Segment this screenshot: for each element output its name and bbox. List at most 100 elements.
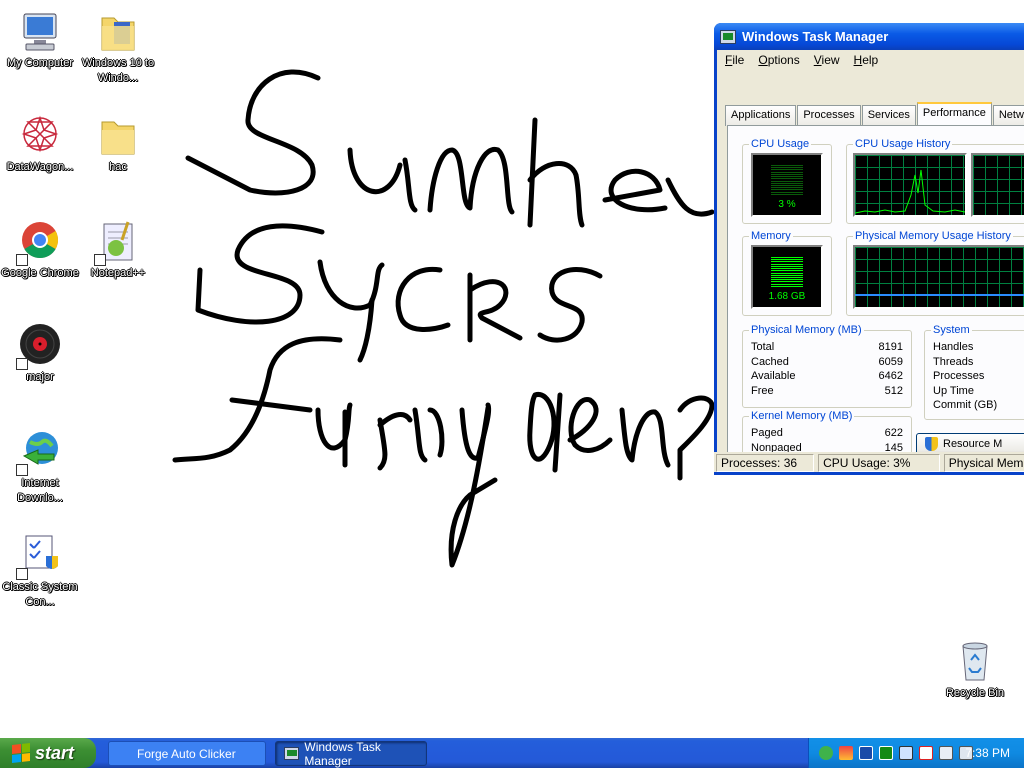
meter-segment — [771, 272, 803, 274]
stat-label: Cached — [751, 355, 789, 368]
stat-label: Total — [751, 341, 775, 353]
connection-icon[interactable] — [939, 746, 953, 760]
stat-row: Free 512 — [743, 384, 911, 399]
meter-segment — [771, 265, 803, 267]
notepad-icon — [94, 218, 142, 266]
cpu-usage-value: 3 % — [778, 199, 796, 210]
memory-title: Memory — [749, 230, 793, 242]
control-panel-icon — [16, 532, 64, 580]
meter-segment — [771, 178, 803, 180]
cpu-meter-bars — [771, 165, 803, 195]
stat-label: Processes — [933, 370, 985, 382]
meter-segment — [771, 171, 803, 173]
network-globe-icon[interactable] — [819, 746, 833, 760]
stat-row: Paged 622 — [743, 426, 911, 441]
stat-row: Threads — [925, 355, 1024, 370]
status-cpu-usage: CPU Usage: 3% — [818, 454, 940, 472]
menu-options[interactable]: Options — [758, 53, 799, 67]
taskbar-button-task-manager[interactable]: Windows Task Manager — [275, 740, 427, 768]
cpu-history-graph-core1 — [853, 153, 967, 217]
stat-label: Available — [751, 370, 796, 382]
stat-label: Up Time — [933, 384, 974, 397]
meter-segment — [771, 268, 803, 270]
physical-memory-title: Physical Memory (MB) — [749, 324, 864, 336]
major-shortcut[interactable]: major — [0, 322, 80, 385]
folder-icon — [94, 8, 142, 56]
status-physical-memory: Physical Mem — [943, 454, 1024, 472]
tab-processes[interactable]: Processes — [797, 105, 861, 126]
icon-label: Recycle Bin — [945, 687, 1005, 699]
meter-segment — [771, 283, 803, 285]
shortcut-arrow-icon — [16, 568, 28, 580]
meter-segment — [771, 261, 803, 263]
hac-folder[interactable]: hac — [78, 112, 158, 175]
meter-segment — [771, 184, 803, 186]
stat-row: Up Time — [925, 384, 1024, 399]
stat-row: Available 6462 — [743, 369, 911, 384]
title-bar[interactable]: Windows Task Manager — [714, 23, 1024, 50]
icon-label: hac — [109, 161, 127, 173]
cpu-usage-title: CPU Usage — [749, 138, 812, 150]
meter-segment — [771, 169, 803, 171]
cpu-history-title: CPU Usage History — [853, 138, 953, 150]
globe-download-icon — [16, 428, 64, 476]
system-group: System Handles Threads Processes Up Time… — [924, 324, 1024, 420]
taskbar-button-label: Forge Auto Clicker — [137, 746, 236, 761]
meter-segment — [771, 257, 803, 258]
icon-label: DataWagon... — [6, 161, 74, 173]
datawagon-icon — [16, 112, 64, 160]
meter-segment — [771, 180, 803, 182]
shortcut-arrow-icon — [94, 254, 106, 266]
classic-system-control-shortcut[interactable]: Classic System Con... — [0, 532, 80, 610]
stat-label: Commit (GB) — [933, 399, 998, 411]
taskbar: start Forge Auto Clicker Windows Task Ma… — [0, 738, 1024, 768]
clock[interactable]: 7:38 PM — [965, 746, 1010, 760]
task-manager-icon — [284, 747, 300, 760]
notepad-plus-plus-shortcut[interactable]: Notepad++ — [78, 218, 158, 281]
meter-segment — [771, 259, 803, 261]
meter-segment — [771, 193, 803, 195]
my-computer-shortcut[interactable]: My Computer — [0, 8, 80, 71]
stat-value: 512 — [884, 384, 903, 397]
resource-monitor-label: Resource M — [943, 438, 1003, 450]
tab-applications[interactable]: Applications — [725, 105, 797, 126]
task-manager-tray-icon[interactable] — [879, 746, 893, 760]
cpu-usage-meter: 3 % — [751, 153, 823, 217]
flag-icon[interactable] — [839, 746, 853, 760]
icon-label: Google Chrome — [1, 267, 79, 279]
display-icon[interactable] — [859, 746, 873, 760]
cpu-history-group: CPU Usage History — [846, 138, 1024, 224]
system-title: System — [931, 324, 972, 336]
menu-view[interactable]: View — [814, 53, 840, 67]
stat-row: Total 8191 — [743, 340, 911, 355]
meter-segment — [771, 285, 803, 287]
security-alert-icon[interactable] — [919, 746, 933, 760]
windows10-folder-shortcut[interactable]: Windows 10 to Windo... — [78, 8, 158, 86]
stat-value: 8191 — [878, 341, 903, 353]
meter-segment — [771, 189, 803, 191]
start-button[interactable]: start — [0, 738, 96, 768]
tab-services[interactable]: Services — [861, 105, 916, 126]
status-bar: Processes: 36 CPU Usage: 3% Physical Mem — [714, 452, 1024, 472]
icon-label: major — [26, 371, 54, 383]
internet-download-manager-shortcut[interactable]: Internet Downlo... — [0, 428, 80, 506]
meter-segment — [771, 263, 803, 265]
tab-networking[interactable]: Networking — [992, 105, 1024, 126]
task-manager-window: Windows Task Manager File Options View H… — [714, 23, 1024, 475]
system-tray: 7:38 PM — [808, 738, 1024, 768]
recycle-bin[interactable]: Recycle Bin — [935, 638, 1015, 701]
meter-segment — [771, 270, 803, 272]
device-icon[interactable] — [899, 746, 913, 760]
stat-row: Cached 6059 — [743, 355, 911, 370]
stat-label: Threads — [933, 355, 974, 368]
icon-label: Windows 10 to Windo... — [81, 57, 155, 84]
taskbar-button-forge-auto-clicker[interactable]: Forge Auto Clicker — [108, 741, 266, 766]
menu-help[interactable]: Help — [854, 53, 879, 67]
menu-file[interactable]: File — [725, 53, 744, 67]
datawagon-shortcut[interactable]: DataWagon... — [0, 112, 80, 175]
tab-performance[interactable]: Performance — [916, 102, 992, 126]
stat-value: 6462 — [878, 370, 903, 382]
meter-segment — [771, 274, 803, 276]
windows-logo-icon — [12, 743, 30, 763]
google-chrome-shortcut[interactable]: Google Chrome — [0, 218, 80, 281]
